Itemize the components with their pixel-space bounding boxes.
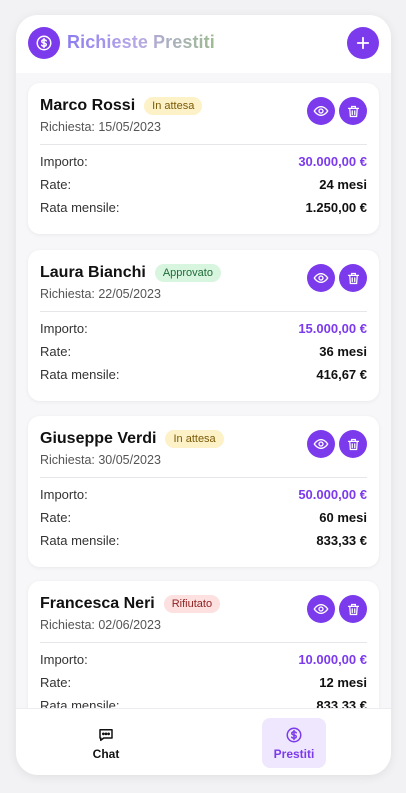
- nav-chat[interactable]: Chat: [74, 718, 138, 768]
- delete-button[interactable]: [339, 595, 367, 623]
- monthly-row: Rata mensile: 1.250,00 €: [40, 200, 367, 215]
- eye-icon: [313, 603, 329, 615]
- installments-value: 36 mesi: [319, 344, 367, 359]
- amount-value: 30.000,00 €: [298, 154, 367, 169]
- request-card: Laura Bianchi Approvato Richiesta: 22/05…: [28, 250, 379, 401]
- trash-icon: [347, 603, 359, 615]
- installments-row: Rate: 24 mesi: [40, 177, 367, 192]
- applicant-name: Marco Rossi: [40, 97, 136, 114]
- nav-prestiti[interactable]: Prestiti: [262, 718, 326, 768]
- request-date: Richiesta: 30/05/2023: [40, 453, 161, 467]
- request-card: Francesca Neri Rifiutato Richiesta: 02/0…: [28, 581, 379, 708]
- monthly-row: Rata mensile: 416,67 €: [40, 367, 367, 382]
- divider: [40, 311, 367, 312]
- installments-value: 60 mesi: [319, 510, 367, 525]
- view-button[interactable]: [307, 97, 335, 125]
- eye-icon: [313, 438, 329, 450]
- divider: [40, 642, 367, 643]
- bottom-nav: Chat Prestiti: [16, 708, 391, 775]
- view-button[interactable]: [307, 430, 335, 458]
- amount-row: Importo: 10.000,00 €: [40, 652, 367, 667]
- divider: [40, 144, 367, 145]
- monthly-value: 416,67 €: [316, 367, 367, 382]
- trash-icon: [347, 272, 359, 284]
- installments-value: 24 mesi: [319, 177, 367, 192]
- amount-row: Importo: 30.000,00 €: [40, 154, 367, 169]
- chat-icon: [99, 728, 113, 741]
- amount-row: Importo: 15.000,00 €: [40, 321, 367, 336]
- request-card: Marco Rossi In attesa Richiesta: 15/05/2…: [28, 83, 379, 234]
- installments-row: Rate: 60 mesi: [40, 510, 367, 525]
- nav-prestiti-label: Prestiti: [273, 746, 315, 761]
- applicant-name: Laura Bianchi: [40, 264, 146, 281]
- installments-value: 12 mesi: [319, 675, 367, 690]
- amount-value: 10.000,00 €: [298, 652, 367, 667]
- request-date: Richiesta: 02/06/2023: [40, 618, 161, 632]
- amount-row: Importo: 50.000,00 €: [40, 487, 367, 502]
- delete-button[interactable]: [339, 264, 367, 292]
- monthly-row: Rata mensile: 833,33 €: [40, 533, 367, 548]
- request-card: Giuseppe Verdi In attesa Richiesta: 30/0…: [28, 416, 379, 567]
- status-badge: Rifiutato: [163, 595, 221, 613]
- delete-button[interactable]: [339, 97, 367, 125]
- add-request-button[interactable]: [347, 27, 379, 59]
- plus-icon: [356, 36, 370, 50]
- nav-chat-label: Chat: [92, 746, 120, 761]
- monthly-value: 833,33 €: [316, 533, 367, 548]
- monthly-row: Rata mensile: 833,33 €: [40, 698, 367, 708]
- amount-value: 50.000,00 €: [298, 487, 367, 502]
- delete-button[interactable]: [339, 430, 367, 458]
- installments-row: Rate: 36 mesi: [40, 344, 367, 359]
- amount-value: 15.000,00 €: [298, 321, 367, 336]
- requests-list[interactable]: Marco Rossi In attesa Richiesta: 15/05/2…: [16, 73, 391, 708]
- monthly-value: 1.250,00 €: [305, 200, 367, 215]
- status-badge: In attesa: [144, 97, 203, 115]
- divider: [40, 477, 367, 478]
- applicant-name: Giuseppe Verdi: [40, 430, 157, 447]
- trash-icon: [347, 438, 359, 450]
- view-button[interactable]: [307, 595, 335, 623]
- app-window: Richieste Prestiti Marco Rossi In attesa…: [16, 15, 391, 775]
- request-date: Richiesta: 22/05/2023: [40, 287, 161, 301]
- status-badge: Approvato: [154, 264, 221, 282]
- request-date: Richiesta: 15/05/2023: [40, 120, 161, 134]
- header: Richieste Prestiti: [16, 15, 391, 73]
- applicant-name: Francesca Neri: [40, 595, 155, 612]
- page-title: Richieste Prestiti: [67, 32, 215, 52]
- dollar-circle-icon: [286, 727, 302, 742]
- installments-row: Rate: 12 mesi: [40, 675, 367, 690]
- view-button[interactable]: [307, 264, 335, 292]
- eye-icon: [313, 105, 329, 117]
- dollar-circle-icon: [28, 27, 60, 59]
- status-badge: In attesa: [165, 430, 224, 448]
- eye-icon: [313, 272, 329, 284]
- monthly-value: 833,33 €: [316, 698, 367, 708]
- trash-icon: [347, 105, 359, 117]
